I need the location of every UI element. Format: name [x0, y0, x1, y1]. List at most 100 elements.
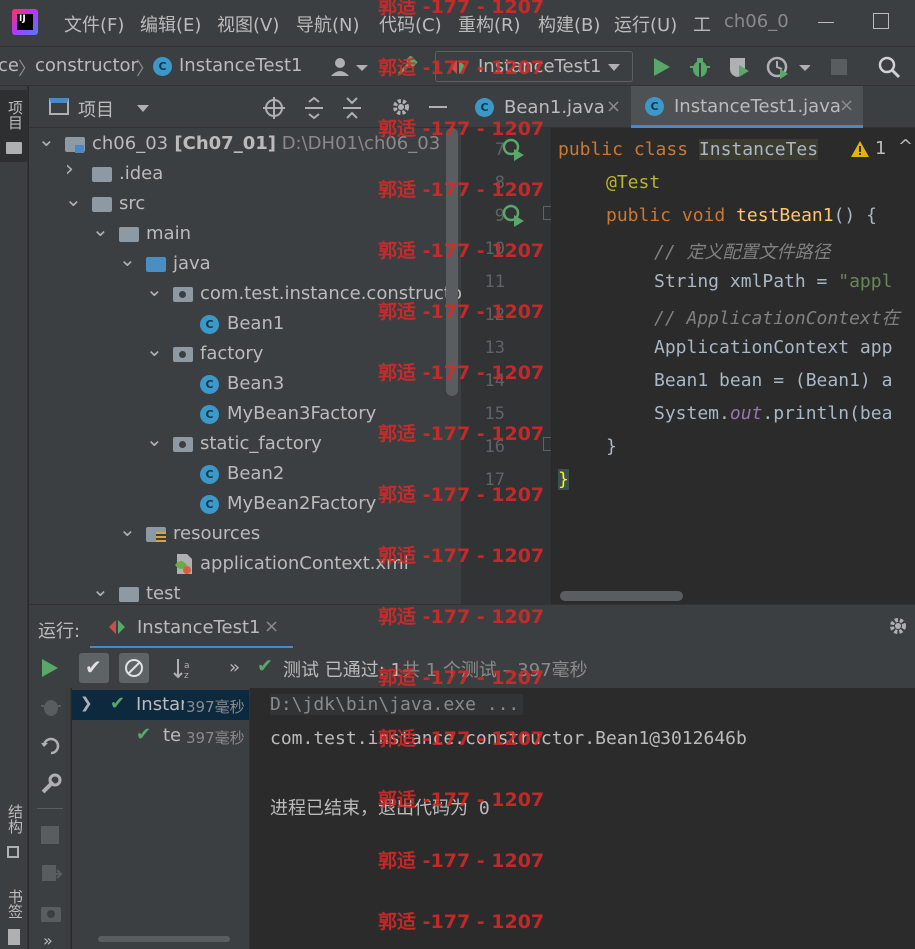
tree-node-bean1[interactable]: C Bean1	[29, 309, 449, 339]
stripe-structure-tab[interactable]: 结构	[0, 800, 28, 862]
chevron-down-icon[interactable]: ⌄	[119, 517, 136, 541]
tree-node-mybean3factory[interactable]: C MyBean3Factory	[29, 399, 449, 429]
run-tab[interactable]: InstanceTest1 ×	[90, 605, 293, 649]
tab-bean1[interactable]: C Bean1.java ×	[461, 86, 631, 128]
test-tree-row[interactable]: ❯ ✔ Instar 397毫秒	[72, 690, 249, 720]
gear-icon[interactable]	[390, 96, 412, 118]
sort-alpha-icon[interactable]: az	[173, 657, 197, 681]
breadcrumb-class[interactable]: InstanceTest1	[179, 55, 302, 76]
tree-node-mybean2factory[interactable]: C MyBean2Factory	[29, 489, 449, 519]
stop-icon[interactable]	[831, 59, 847, 75]
breadcrumb-partial[interactable]: ce	[0, 55, 19, 76]
tab-instancetest1[interactable]: C InstanceTest1.java ×	[631, 86, 863, 128]
tree-node-label: main	[146, 223, 191, 244]
minimize-icon[interactable]	[818, 22, 834, 23]
profile-icon[interactable]	[766, 55, 810, 79]
svg-text:z: z	[184, 671, 189, 681]
editor-horizontal-scrollbar[interactable]	[560, 591, 683, 601]
test-tree-row[interactable]: ✔ te: 397毫秒	[72, 721, 249, 751]
chevron-down-icon[interactable]: ❯	[80, 694, 93, 712]
chevron-right-icon[interactable]: ›	[65, 157, 74, 182]
chevron-down-icon[interactable]: ⌄	[92, 577, 109, 601]
project-panel-title[interactable]: 项目	[78, 96, 114, 122]
menu-navigate[interactable]: 导航(N)	[296, 11, 360, 37]
menu-tools[interactable]: 工	[693, 11, 711, 37]
tree-node-bean3[interactable]: C Bean3	[29, 369, 449, 399]
close-icon[interactable]: ×	[839, 95, 854, 116]
test-tree-label: Instar	[136, 694, 184, 715]
hide-icon[interactable]	[429, 106, 447, 108]
hammer-icon[interactable]	[395, 56, 419, 78]
run-test-gutter-icon[interactable]	[502, 138, 526, 162]
chevron-down-icon[interactable]: ⌄	[119, 247, 136, 271]
show-ignored-toggle[interactable]	[119, 653, 149, 683]
console-line: D:\jdk\bin\java.exe ...	[270, 694, 524, 715]
menu-edit[interactable]: 编辑(E)	[140, 11, 201, 37]
chevron-down-icon[interactable]: ⌄	[146, 427, 163, 451]
code-line-9: public void testBean1() {	[606, 205, 877, 226]
breadcrumb-package[interactable]: constructor	[35, 55, 138, 76]
tree-node-factory[interactable]: ⌄ factory	[29, 337, 449, 369]
tree-node-static-factory[interactable]: ⌄ static_factory	[29, 427, 449, 459]
user-icon[interactable]	[330, 56, 370, 78]
chevron-down-icon[interactable]: ⌄	[65, 187, 82, 211]
screenshot-icon[interactable]	[39, 902, 63, 924]
menu-file[interactable]: 文件(F)	[64, 11, 124, 37]
tree-node-idea[interactable]: › .idea	[29, 157, 449, 189]
expand-all-icon[interactable]	[303, 96, 325, 120]
tree-node-applicationcontext-xml[interactable]: applicationContext.xml	[29, 549, 449, 579]
tree-scrollbar[interactable]	[98, 936, 230, 942]
chevron-down-icon[interactable]: ⌄	[146, 277, 163, 301]
collapse-all-icon[interactable]	[341, 96, 363, 120]
tab-label: InstanceTest1.java	[674, 96, 841, 117]
run-test-gutter-icon[interactable]	[502, 204, 526, 228]
tree-scrollbar[interactable]	[446, 128, 458, 396]
run-console[interactable]: D:\jdk\bin\java.exe ... com.test.instanc…	[250, 688, 915, 949]
menu-code[interactable]: 代码(C)	[379, 11, 442, 37]
menu-view[interactable]: 视图(V)	[217, 11, 279, 37]
chevron-up-icon[interactable]: ^	[898, 136, 913, 157]
stripe-bookmarks-tab[interactable]: 书签	[0, 885, 28, 947]
chevron-down-icon[interactable]: ⌄	[38, 128, 55, 151]
chevron-down-icon[interactable]	[137, 105, 149, 112]
stop-icon[interactable]	[41, 826, 59, 844]
tree-node-main[interactable]: ⌄ main	[29, 217, 449, 249]
intellij-logo-icon[interactable]: IJ	[12, 9, 38, 35]
rerun-failed-icon[interactable]	[39, 734, 63, 758]
tree-node-test[interactable]: ⌄ test	[29, 577, 449, 604]
show-passed-toggle[interactable]: ✔	[79, 653, 109, 683]
menu-build[interactable]: 构建(B)	[538, 11, 600, 37]
chevron-down-icon[interactable]: ⌄	[146, 337, 163, 361]
coverage-icon[interactable]	[727, 55, 751, 79]
run-icon[interactable]	[652, 56, 672, 78]
more-icon[interactable]: »	[43, 931, 53, 949]
run-tab-label: InstanceTest1	[137, 617, 261, 638]
class-icon: C	[200, 405, 219, 424]
export-icon[interactable]	[39, 862, 63, 886]
tree-node-bean2[interactable]: C Bean2	[29, 459, 449, 489]
tree-node-ch06-03[interactable]: ⌄ ch06_03 [Ch07_01] D:\DH01\ch06_03	[29, 128, 449, 159]
debug-icon[interactable]	[39, 696, 63, 718]
close-icon[interactable]: ×	[264, 616, 279, 637]
search-icon[interactable]	[877, 55, 901, 79]
close-icon[interactable]: ×	[606, 96, 621, 117]
wrench-icon[interactable]	[39, 772, 63, 796]
tree-node-resources[interactable]: ⌄ resources	[29, 517, 449, 549]
menu-run[interactable]: 运行(U)	[614, 11, 677, 37]
gear-icon[interactable]	[887, 615, 909, 637]
debug-icon[interactable]	[688, 55, 712, 79]
locate-icon[interactable]	[262, 96, 286, 120]
maximize-icon[interactable]	[873, 13, 889, 29]
chevron-down-icon[interactable]: ⌄	[92, 217, 109, 241]
tree-node-java[interactable]: ⌄ java	[29, 247, 449, 279]
tree-node-com-test-instance-constructor[interactable]: ⌄ com.test.instance.constructor	[29, 277, 461, 309]
stripe-project-tab[interactable]: 项目	[0, 90, 28, 162]
window-title: ch06_0	[724, 11, 789, 32]
tree-node-src[interactable]: ⌄ src	[29, 187, 449, 219]
code-area[interactable]: public class InstanceTes @Test public vo…	[551, 128, 915, 604]
more-icon[interactable]: »	[229, 657, 240, 678]
rerun-icon[interactable]	[41, 658, 59, 678]
run-configuration-selector[interactable]: InstanceTest1	[435, 51, 633, 82]
inspection-widget[interactable]: 1 ^	[840, 136, 915, 164]
menu-refactor[interactable]: 重构(R)	[458, 11, 521, 37]
